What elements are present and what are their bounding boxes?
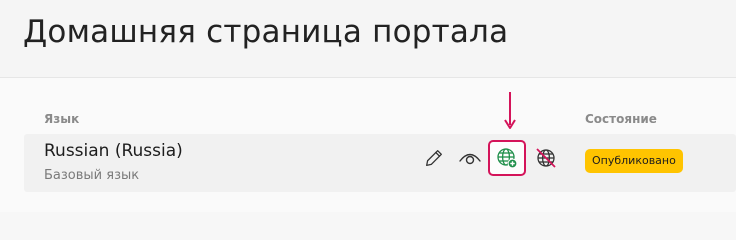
view-button[interactable] <box>456 144 484 172</box>
table-row: Russian (Russia) Базовый язык Опубликова… <box>24 134 736 192</box>
globe-crossed-icon <box>536 148 556 168</box>
eye-icon <box>459 153 481 165</box>
column-header-state: Состояние <box>585 112 657 126</box>
page-header: Домашняя страница портала <box>0 0 736 78</box>
publish-button[interactable] <box>488 140 526 176</box>
down-arrow-icon <box>504 92 516 129</box>
status-badge: Опубликовано <box>585 149 683 173</box>
pencil-icon <box>426 150 442 166</box>
language-subtitle: Базовый язык <box>44 168 140 183</box>
column-header-language: Язык <box>44 112 80 126</box>
edit-button[interactable] <box>420 144 448 172</box>
languages-panel: Язык Состояние Russian (Russia) Базовый … <box>0 78 736 212</box>
language-name: Russian (Russia) <box>44 141 183 161</box>
globe-plus-icon <box>497 148 518 169</box>
unpublish-button[interactable] <box>532 144 560 172</box>
page-title: Домашняя страница портала <box>23 14 509 50</box>
